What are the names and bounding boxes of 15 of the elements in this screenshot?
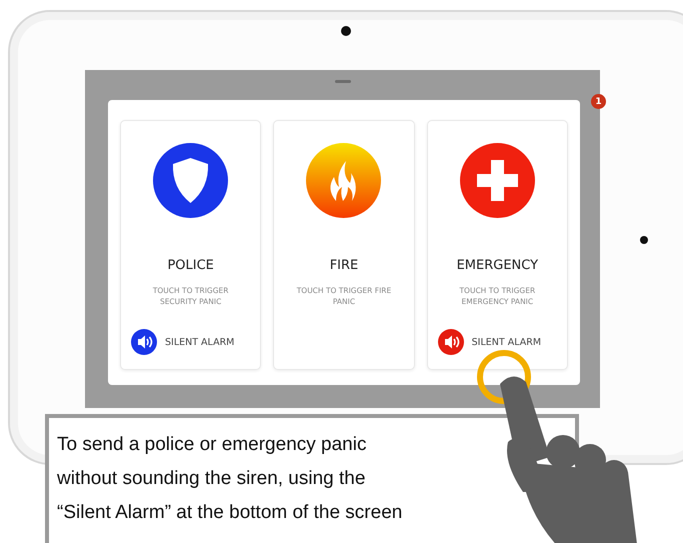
panic-title: FIRE bbox=[330, 258, 358, 273]
camera-icon bbox=[341, 26, 351, 36]
flame-icon bbox=[306, 143, 382, 218]
panic-title: EMERGENCY bbox=[456, 258, 538, 273]
drag-handle[interactable] bbox=[335, 80, 351, 83]
shield-icon bbox=[153, 143, 228, 218]
silent-alarm-label[interactable]: SILENT ALARM bbox=[472, 336, 542, 348]
panic-title: POLICE bbox=[167, 258, 214, 273]
speaker-icon[interactable] bbox=[438, 329, 464, 355]
sensor-icon bbox=[640, 236, 648, 244]
cross-icon bbox=[460, 143, 535, 218]
speaker-icon[interactable] bbox=[131, 329, 157, 355]
silent-alarm-label[interactable]: SILENT ALARM bbox=[165, 336, 234, 348]
caption-text: To send a police or emergency panic without sounding the siren, using the “Silent Alarm” at the bottom of the screen bbox=[57, 433, 404, 525]
notification-badge: 1 bbox=[591, 94, 606, 109]
